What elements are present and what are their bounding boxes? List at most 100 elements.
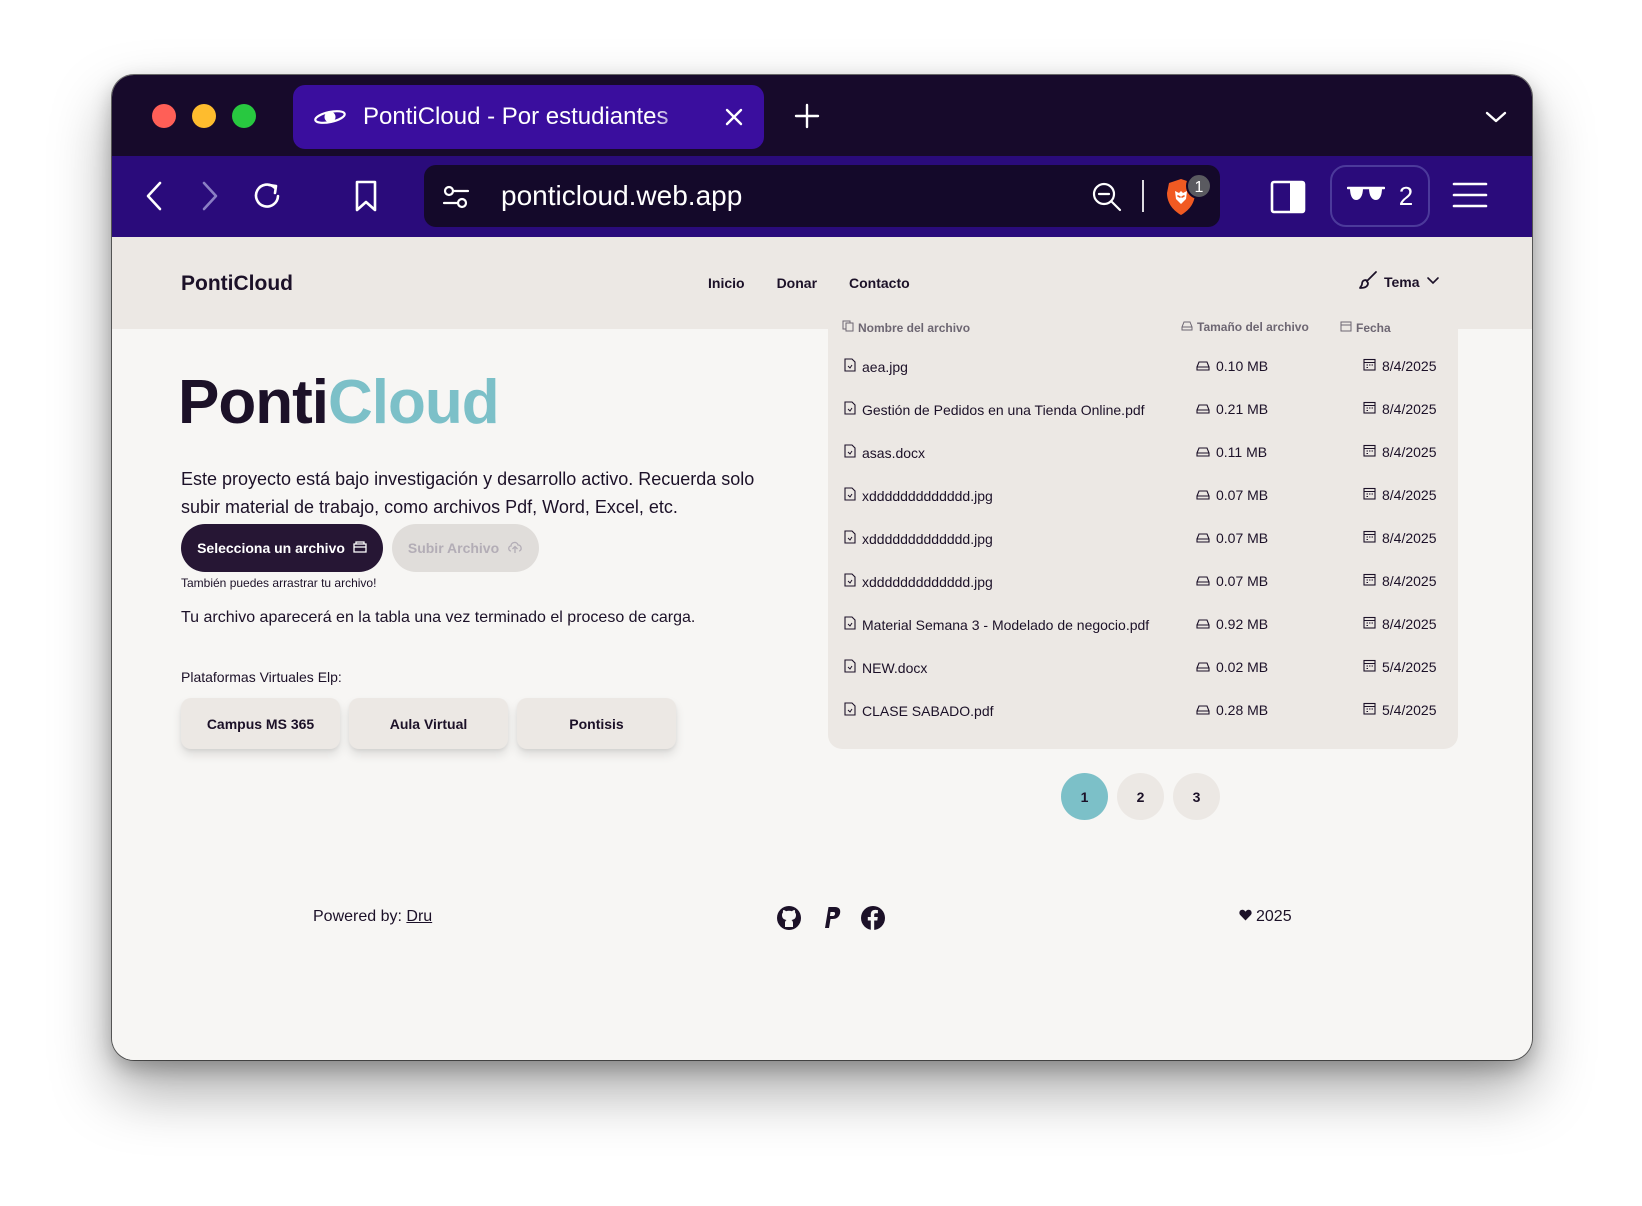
- cloud-upload-icon: [507, 540, 523, 557]
- table-row[interactable]: asas.docx 0.11 MB 8/4/2025: [828, 432, 1458, 477]
- browser-tab-active[interactable]: PontiCloud - Por estudiantes: [293, 85, 764, 149]
- file-size-cell: 0.28 MB: [1196, 702, 1268, 718]
- url-text: ponticloud.web.app: [501, 180, 743, 211]
- platform-aula-virtual-button[interactable]: Aula Virtual: [349, 698, 508, 749]
- column-header-name[interactable]: Nombre del archivo: [842, 320, 970, 335]
- nav-link-donar[interactable]: Donar: [777, 275, 817, 291]
- file-size: 0.28 MB: [1216, 702, 1269, 718]
- sidebar-toggle-icon[interactable]: [1270, 180, 1306, 214]
- reload-icon[interactable]: [247, 176, 287, 216]
- author-link[interactable]: Dru: [406, 908, 432, 925]
- hero-description: Este proyecto está bajo investigación y …: [181, 469, 755, 517]
- shields-count-badge: 1: [1186, 173, 1212, 199]
- file-date: 5/4/2025: [1382, 659, 1437, 675]
- table-row[interactable]: NEW.docx 0.02 MB 5/4/2025: [828, 647, 1458, 692]
- table-row[interactable]: Material Semana 3 - Modelado de negocio.…: [828, 604, 1458, 649]
- minimize-window-button[interactable]: [192, 104, 216, 128]
- close-window-button[interactable]: [152, 104, 176, 128]
- file-name-cell[interactable]: NEW.docx: [844, 659, 927, 676]
- file-name-cell[interactable]: CLASE SABADO.pdf: [844, 702, 994, 719]
- file-size-cell: 0.21 MB: [1196, 401, 1268, 417]
- table-row[interactable]: Gestión de Pedidos en una Tienda Online.…: [828, 389, 1458, 434]
- table-row[interactable]: xddddddddddddd.jpg 0.07 MB 8/4/2025: [828, 518, 1458, 563]
- file-size: 0.07 MB: [1216, 530, 1269, 546]
- file-size-cell: 0.07 MB: [1196, 573, 1268, 589]
- platform-pontisis-button[interactable]: Pontisis: [517, 698, 676, 749]
- table-row[interactable]: CLASE SABADO.pdf 0.28 MB 5/4/2025: [828, 690, 1458, 735]
- tab-strip: PontiCloud - Por estudiantes: [112, 75, 1532, 156]
- theme-dropdown[interactable]: Tema: [1358, 270, 1440, 293]
- file-size: 0.92 MB: [1216, 616, 1269, 632]
- files-icon: [842, 320, 854, 335]
- file-icon: [844, 573, 856, 590]
- page-button-2[interactable]: 2: [1117, 773, 1164, 820]
- table-row[interactable]: xddddddddddddd.jpg 0.07 MB 8/4/2025: [828, 475, 1458, 520]
- menu-icon[interactable]: [1452, 180, 1488, 210]
- drag-hint: También puedes arrastrar tu archivo!: [181, 576, 377, 590]
- calendar-icon: [1363, 616, 1376, 632]
- file-name: xddddddddddddd.jpg: [862, 573, 993, 590]
- file-date: 5/4/2025: [1382, 702, 1437, 718]
- maximize-window-button[interactable]: [232, 104, 256, 128]
- chevron-down-icon: [1426, 273, 1440, 290]
- platform-campus-ms365-button[interactable]: Campus MS 365: [181, 698, 340, 749]
- table-row[interactable]: xddddddddddddd.jpg 0.07 MB 8/4/2025: [828, 561, 1458, 606]
- url-separator: [1142, 180, 1144, 212]
- file-size: 0.07 MB: [1216, 487, 1269, 503]
- file-name-cell[interactable]: xddddddddddddd.jpg: [844, 573, 993, 590]
- file-date-cell: 5/4/2025: [1363, 659, 1437, 675]
- column-header-date[interactable]: Fecha: [1340, 320, 1391, 335]
- paypal-icon[interactable]: [818, 905, 844, 931]
- drive-icon: [1196, 659, 1210, 675]
- brush-icon: [1358, 270, 1378, 293]
- upload-file-button[interactable]: Subir Archivo: [392, 524, 539, 572]
- site-settings-icon[interactable]: [442, 183, 470, 211]
- zoom-out-icon[interactable]: [1091, 181, 1123, 213]
- page-button-1[interactable]: 1: [1061, 773, 1108, 820]
- file-name-cell[interactable]: asas.docx: [844, 444, 925, 461]
- calendar-icon: [1340, 320, 1352, 335]
- drive-icon: [1181, 320, 1193, 334]
- file-size: 0.10 MB: [1216, 358, 1269, 374]
- file-name: NEW.docx: [862, 659, 928, 676]
- file-date: 8/4/2025: [1382, 401, 1437, 417]
- bookmark-icon[interactable]: [346, 176, 386, 216]
- file-name-cell[interactable]: Material Semana 3 - Modelado de negocio.…: [844, 616, 1149, 633]
- file-size-cell: 0.10 MB: [1196, 358, 1268, 374]
- planet-icon: [313, 104, 349, 130]
- file-size-cell: 0.07 MB: [1196, 530, 1268, 546]
- file-name-cell[interactable]: Gestión de Pedidos en una Tienda Online.…: [844, 401, 1145, 418]
- file-icon: [844, 358, 856, 375]
- powered-by-prefix: Powered by:: [313, 908, 402, 925]
- browser-toolbar: ponticloud.web.app 1 2: [112, 156, 1532, 237]
- file-name-cell[interactable]: xddddddddddddd.jpg: [844, 487, 993, 504]
- forward-icon[interactable]: [190, 176, 230, 216]
- file-name: Material Semana 3 - Modelado de negocio.…: [862, 616, 1150, 633]
- select-file-button[interactable]: Selecciona un archivo: [181, 524, 383, 572]
- file-name: CLASE SABADO.pdf: [862, 702, 994, 719]
- back-icon[interactable]: [134, 176, 174, 216]
- private-windows-button[interactable]: 2: [1330, 165, 1430, 227]
- column-header-size[interactable]: Tamaño del archivo: [1181, 320, 1309, 334]
- table-row[interactable]: aea.jpg 0.10 MB 8/4/2025: [828, 346, 1458, 391]
- chevron-down-icon[interactable]: [1484, 105, 1508, 129]
- close-tab-icon[interactable]: [722, 105, 746, 129]
- site-brand[interactable]: PontiCloud: [181, 272, 293, 296]
- footer-year-value: 2025: [1256, 908, 1292, 925]
- file-icon: [844, 401, 856, 418]
- file-date: 8/4/2025: [1382, 444, 1437, 460]
- nav-link-contacto[interactable]: Contacto: [849, 275, 910, 291]
- new-tab-icon[interactable]: [793, 102, 821, 130]
- file-name-cell[interactable]: aea.jpg: [844, 358, 908, 375]
- column-header-date-label: Fecha: [1356, 320, 1391, 335]
- file-size: 0.21 MB: [1216, 401, 1269, 417]
- address-bar[interactable]: ponticloud.web.app 1: [424, 165, 1220, 227]
- github-icon[interactable]: [776, 905, 802, 931]
- facebook-icon[interactable]: [860, 905, 886, 931]
- file-date: 8/4/2025: [1382, 530, 1437, 546]
- nav-link-inicio[interactable]: Inicio: [708, 275, 745, 291]
- file-name-cell[interactable]: xddddddddddddd.jpg: [844, 530, 993, 547]
- footer-year: 2025: [1239, 908, 1292, 926]
- page-button-3[interactable]: 3: [1173, 773, 1220, 820]
- column-header-name-label: Nombre del archivo: [858, 320, 971, 335]
